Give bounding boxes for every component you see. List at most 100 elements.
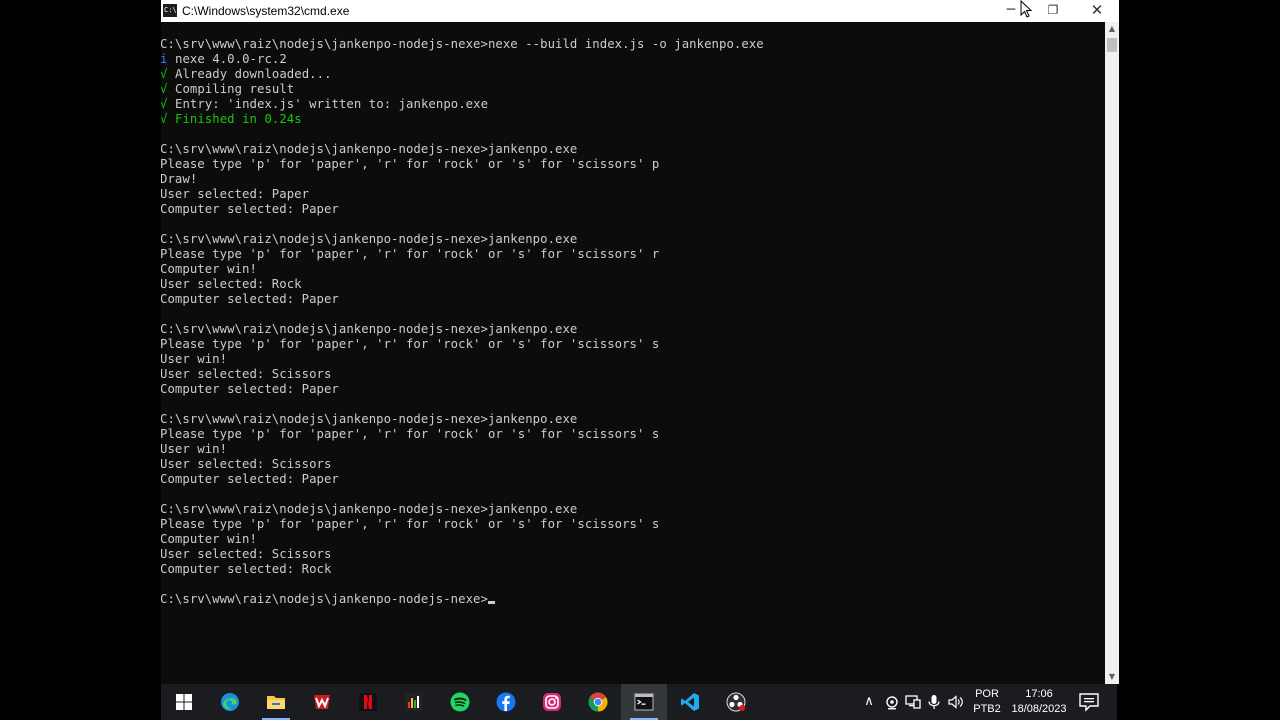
- console-line: C:\srv\www\raiz\nodejs\jankenpo-nodejs-n…: [161, 37, 764, 52]
- console-line: Computer selected: Paper: [161, 472, 339, 487]
- console-line: √ Already downloaded...: [161, 67, 332, 82]
- info-marker-icon: i: [161, 52, 168, 66]
- clock[interactable]: 17:06 18/08/2023: [1004, 687, 1074, 717]
- text-cursor: [487, 601, 495, 604]
- console-line: User selected: Scissors: [161, 457, 331, 472]
- console-line: Computer win!: [161, 532, 257, 547]
- console-line: User selected: Paper: [161, 187, 309, 202]
- console-line: Please type 'p' for 'paper', 'r' for 'ro…: [161, 247, 659, 262]
- netflix-icon: [359, 693, 377, 711]
- cmd-window: C:\ C:\Windows\system32\cmd.exe ─ ❐ ✕ C:…: [161, 0, 1119, 684]
- check-marker-icon: √: [161, 82, 168, 96]
- console-line: User selected: Scissors: [161, 547, 331, 562]
- console-line: C:\srv\www\raiz\nodejs\jankenpo-nodejs-n…: [161, 322, 577, 337]
- console-line-text: Computer win!: [161, 262, 257, 276]
- vscode-icon: [681, 693, 699, 711]
- console-line: Please type 'p' for 'paper', 'r' for 'ro…: [161, 157, 659, 172]
- title-bar[interactable]: C:\ C:\Windows\system32\cmd.exe ─ ❐ ✕: [161, 0, 1119, 22]
- desktop-screen: C:\ C:\Windows\system32\cmd.exe ─ ❐ ✕ C:…: [0, 0, 1280, 720]
- winrar-icon: [314, 695, 330, 709]
- console-line-text: Computer selected: Paper: [161, 382, 339, 396]
- console-line: Draw!: [161, 172, 197, 187]
- console-line: User win!: [161, 442, 227, 457]
- console-output[interactable]: C:\srv\www\raiz\nodejs\jankenpo-nodejs-n…: [161, 22, 1105, 684]
- console-line: Please type 'p' for 'paper', 'r' for 'ro…: [161, 517, 659, 532]
- vscode-app[interactable]: [667, 684, 713, 720]
- console-line: Computer selected: Rock: [161, 562, 331, 577]
- console-line-text: C:\srv\www\raiz\nodejs\jankenpo-nodejs-n…: [161, 592, 488, 606]
- network-icon[interactable]: [904, 693, 922, 711]
- edge-app[interactable]: [207, 684, 253, 720]
- console-line-text: Please type 'p' for 'paper', 'r' for 'ro…: [161, 247, 660, 261]
- webcam-icon[interactable]: [883, 693, 901, 711]
- console-line-text: Already downloaded...: [175, 67, 332, 81]
- taskbar: ∧ POR PTB2 17:06 18/08/2023: [161, 684, 1117, 720]
- console-line-text: C:\srv\www\raiz\nodejs\jankenpo-nodejs-n…: [161, 37, 764, 51]
- scroll-up-arrow-icon[interactable]: ▲: [1105, 22, 1119, 36]
- edge-icon: [221, 693, 239, 711]
- netflix-app[interactable]: [345, 684, 391, 720]
- folder-icon: [267, 696, 285, 709]
- console-line-text: User selected: Paper: [161, 187, 310, 201]
- microphone-icon[interactable]: [925, 693, 943, 711]
- console-line: C:\srv\www\raiz\nodejs\jankenpo-nodejs-n…: [161, 502, 577, 517]
- winrar-app[interactable]: [299, 684, 345, 720]
- console-line-text: Computer selected: Rock: [161, 562, 332, 576]
- console-line-text: User selected: Rock: [161, 277, 302, 291]
- close-button[interactable]: ✕: [1075, 0, 1119, 22]
- equalizer-icon: [405, 693, 423, 711]
- start-button[interactable]: [161, 684, 207, 720]
- console-line-text: nexe 4.0.0-rc.2: [175, 52, 287, 66]
- cmd-app[interactable]: [621, 684, 667, 720]
- scroll-thumb[interactable]: [1107, 38, 1117, 52]
- chrome-icon: [588, 692, 608, 712]
- console-line-text: C:\srv\www\raiz\nodejs\jankenpo-nodejs-n…: [161, 412, 578, 426]
- console-line-text: Please type 'p' for 'paper', 'r' for 'ro…: [161, 517, 660, 531]
- console-line-text: Computer selected: Paper: [161, 202, 339, 216]
- console-line: User selected: Scissors: [161, 367, 331, 382]
- volume-icon[interactable]: [947, 693, 965, 711]
- check-marker-icon: √: [161, 67, 168, 81]
- restore-button[interactable]: ❐: [1031, 0, 1075, 22]
- facebook-app[interactable]: [483, 684, 529, 720]
- language-label: POR: [975, 688, 999, 700]
- console-line-text: C:\srv\www\raiz\nodejs\jankenpo-nodejs-n…: [161, 232, 578, 246]
- obs-icon: [726, 692, 746, 712]
- obs-app[interactable]: [713, 684, 759, 720]
- scroll-down-arrow-icon[interactable]: ▼: [1105, 670, 1119, 684]
- language-indicator[interactable]: POR PTB2: [970, 687, 1004, 717]
- spotify-icon: [450, 692, 470, 712]
- file-explorer-app[interactable]: [253, 684, 299, 720]
- console-line-text: Please type 'p' for 'paper', 'r' for 'ro…: [161, 337, 660, 351]
- notification-center-icon[interactable]: [1077, 691, 1101, 713]
- app-6[interactable]: [391, 684, 437, 720]
- chrome-app[interactable]: [575, 684, 621, 720]
- cmd-icon: [634, 693, 654, 711]
- mouse-pointer-icon: [1020, 0, 1032, 18]
- console-line: i nexe 4.0.0-rc.2: [161, 52, 287, 67]
- console-line-text: User selected: Scissors: [161, 547, 332, 561]
- console-line-text: User selected: Scissors: [161, 457, 332, 471]
- check-marker-icon: √: [161, 97, 168, 111]
- window-title: C:\Windows\system32\cmd.exe: [182, 4, 350, 18]
- console-line-text: Entry: 'index.js' written to: jankenpo.e…: [175, 97, 489, 111]
- instagram-app[interactable]: [529, 684, 575, 720]
- console-line: √ Compiling result: [161, 82, 294, 97]
- windows-icon: [176, 694, 192, 710]
- console-line-text: Finished in 0.24s: [175, 112, 302, 126]
- console-line: Computer selected: Paper: [161, 202, 339, 217]
- tray-chevron-icon[interactable]: ∧: [860, 693, 878, 711]
- console-line: C:\srv\www\raiz\nodejs\jankenpo-nodejs-n…: [161, 412, 577, 427]
- console-line: Computer selected: Paper: [161, 292, 339, 307]
- console-line: Computer selected: Paper: [161, 382, 339, 397]
- console-line-text: Computer selected: Paper: [161, 292, 339, 306]
- vertical-scrollbar[interactable]: ▲ ▼: [1105, 22, 1119, 684]
- console-line-text: Compiling result: [175, 82, 295, 96]
- console-line: User selected: Rock: [161, 277, 302, 292]
- console-line-text: C:\srv\www\raiz\nodejs\jankenpo-nodejs-n…: [161, 142, 578, 156]
- spotify-app[interactable]: [437, 684, 483, 720]
- console-line: C:\srv\www\raiz\nodejs\jankenpo-nodejs-n…: [161, 232, 577, 247]
- facebook-icon: [496, 692, 516, 712]
- check-marker-icon: √: [161, 112, 168, 126]
- instagram-icon: [543, 693, 561, 711]
